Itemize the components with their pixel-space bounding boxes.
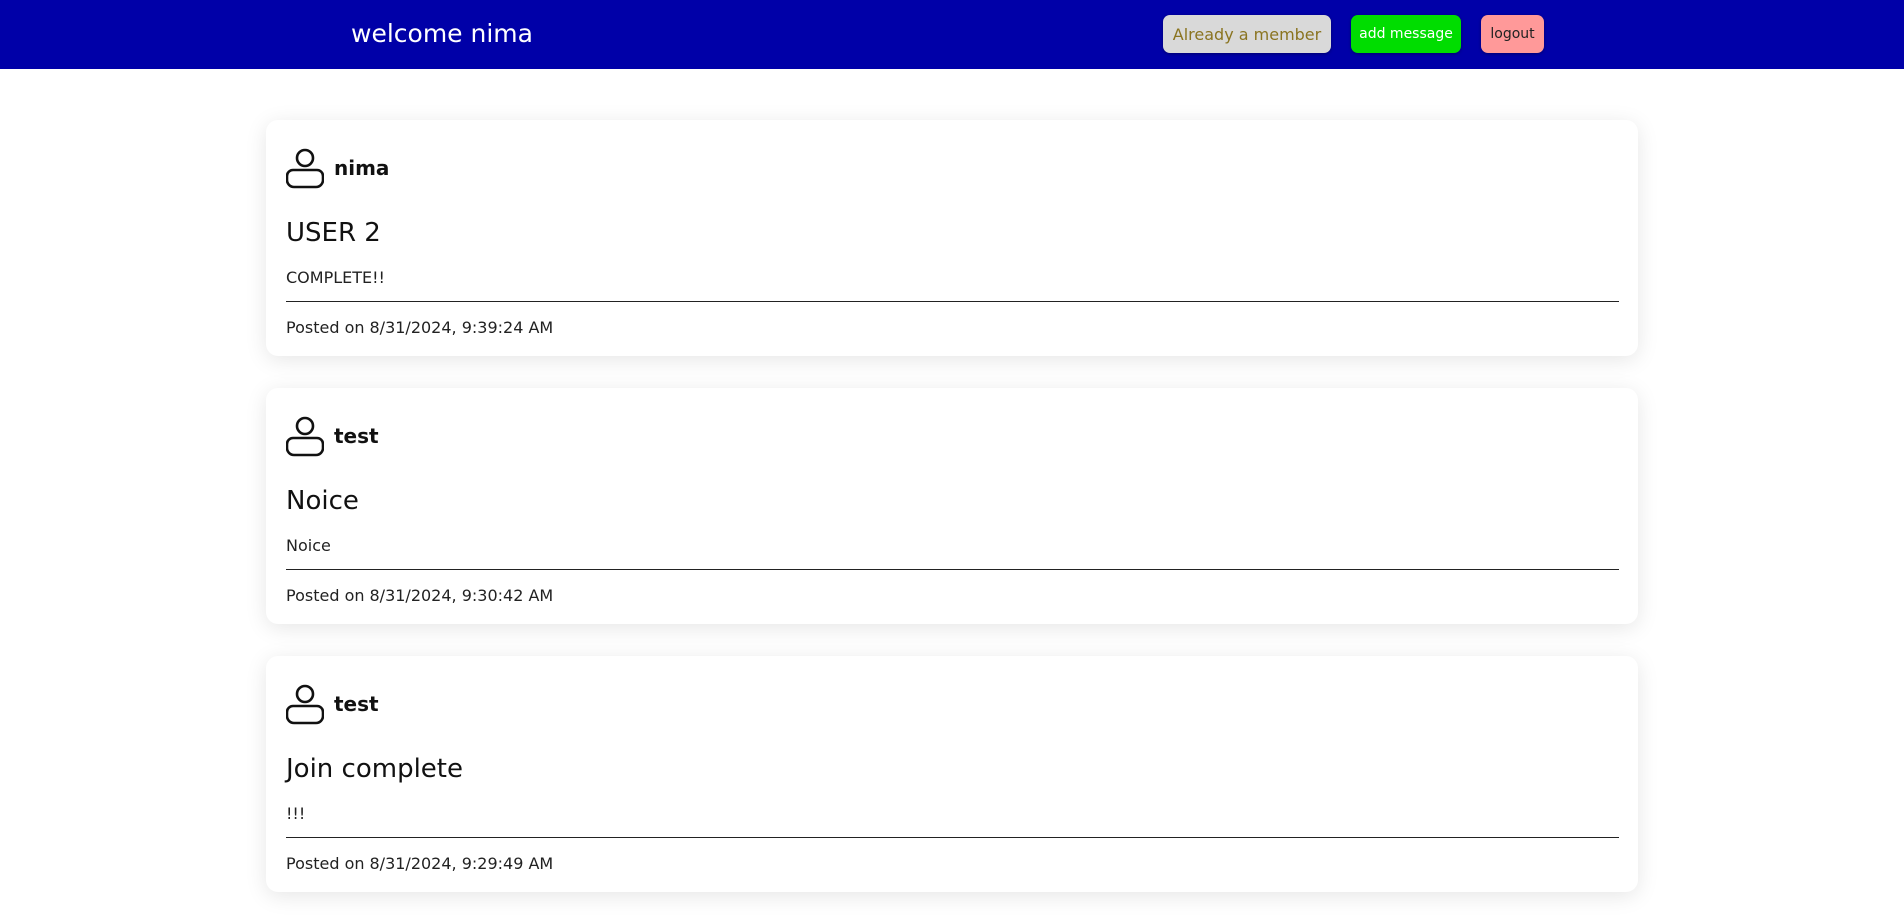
posted-label: Posted on — [286, 586, 365, 605]
message-card: nima USER 2 COMPLETE!! Posted on 8/31/202… — [266, 120, 1638, 356]
logout-button[interactable]: logout — [1481, 15, 1544, 53]
author-name: nima — [334, 156, 390, 180]
divider — [286, 837, 1619, 838]
add-message-button[interactable]: add message — [1351, 15, 1461, 53]
divider — [286, 301, 1619, 302]
message-author: test — [286, 416, 379, 457]
message-title: Join complete — [286, 754, 463, 784]
posted-timestamp: 8/31/2024, 9:30:42 AM — [369, 586, 554, 605]
user-icon — [286, 148, 324, 189]
posted-label: Posted on — [286, 854, 365, 873]
posted-label: Posted on — [286, 318, 365, 337]
message-body: Noice — [286, 536, 331, 555]
top-navbar: welcome nima Already a member add messag… — [0, 0, 1904, 69]
message-author: nima — [286, 148, 390, 189]
posted-timestamp: 8/31/2024, 9:39:24 AM — [369, 318, 554, 337]
message-title: USER 2 — [286, 218, 381, 248]
message-body: !!! — [286, 804, 306, 823]
message-card: test Noice Noice Posted on 8/31/2024, 9:3… — [266, 388, 1638, 624]
author-name: test — [334, 692, 379, 716]
message-feed: nima USER 2 COMPLETE!! Posted on 8/31/202… — [266, 120, 1638, 924]
divider — [286, 569, 1619, 570]
posted-date: Posted on 8/31/2024, 9:39:24 AM — [286, 316, 553, 340]
posted-timestamp: 8/31/2024, 9:29:49 AM — [369, 854, 554, 873]
user-icon — [286, 416, 324, 457]
posted-date: Posted on 8/31/2024, 9:29:49 AM — [286, 852, 553, 876]
message-title: Noice — [286, 486, 359, 516]
message-author: test — [286, 684, 379, 725]
message-card: test Join complete !!! Posted on 8/31/202… — [266, 656, 1638, 892]
welcome-text: welcome nima — [351, 19, 533, 48]
already-a-member-button[interactable]: Already a member — [1163, 15, 1331, 53]
user-icon — [286, 684, 324, 725]
message-body: COMPLETE!! — [286, 268, 385, 287]
posted-date: Posted on 8/31/2024, 9:30:42 AM — [286, 584, 553, 608]
author-name: test — [334, 424, 379, 448]
